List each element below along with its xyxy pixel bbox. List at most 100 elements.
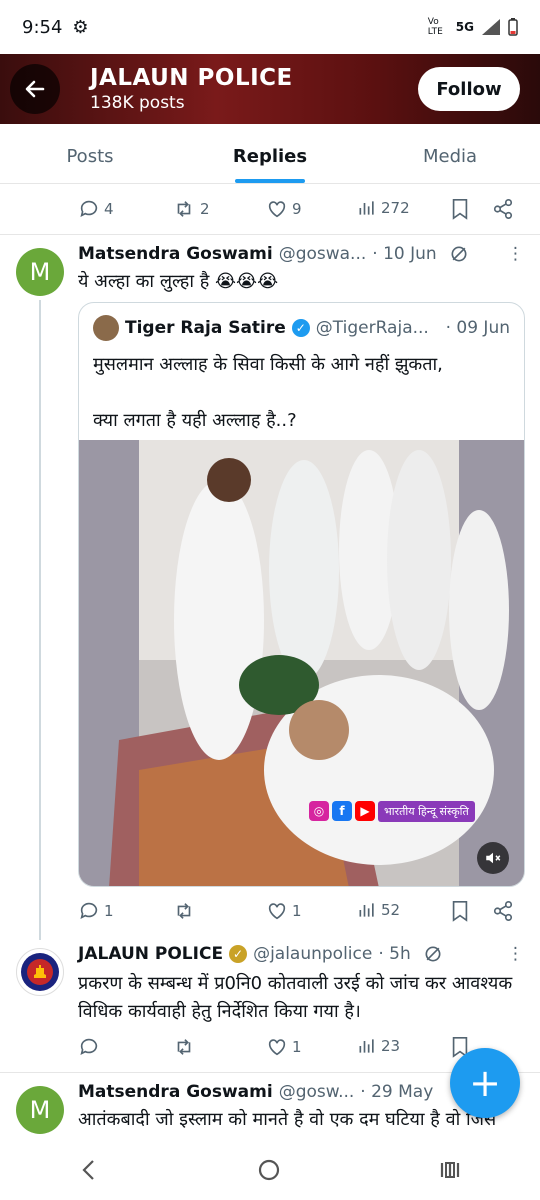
quote-avatar <box>93 315 119 341</box>
quote-video[interactable]: ◎ f ▶ भारतीय हिन्दू संस्कृति <box>79 440 524 886</box>
repost-icon <box>177 201 191 217</box>
heart-icon <box>268 1039 286 1056</box>
more-icon[interactable]: ⋮ <box>507 944 524 964</box>
reply-button[interactable]: 4 <box>78 198 114 220</box>
channel-watermark: ◎ f ▶ भारतीय हिन्दू संस्कृति <box>309 800 475 822</box>
more-icon[interactable]: ⋮ <box>507 244 524 264</box>
battery-icon <box>508 18 518 36</box>
nav-back-icon[interactable] <box>79 1159 99 1181</box>
user-name[interactable]: Matsendra Goswami <box>78 244 273 264</box>
instagram-icon: ◎ <box>309 801 329 821</box>
quote-user-name: Tiger Raja Satire <box>125 318 286 338</box>
tweet-text: आतंकबादी जो इस्लाम को मानते है वो एक दम … <box>78 1109 497 1130</box>
tweet-actions-top: 4 2 9 272 <box>0 190 540 230</box>
grok-icon[interactable] <box>449 244 469 264</box>
heart-icon <box>268 903 286 920</box>
reply-count: 1 <box>104 902 114 920</box>
profile-name: JALAUN POLICE <box>90 65 293 91</box>
views-icon <box>359 1039 374 1053</box>
thread-line <box>39 300 41 940</box>
system-nav-bar <box>0 1140 540 1200</box>
reply-icon <box>80 1038 98 1055</box>
tab-media[interactable]: Media <box>360 124 540 183</box>
user-handle: @gosw... <box>278 1082 355 1102</box>
share-button[interactable] <box>492 198 514 220</box>
status-icons: Vo LTE 5G <box>428 17 518 37</box>
tab-posts[interactable]: Posts <box>0 124 180 183</box>
profile-tabs: Posts Replies Media <box>0 124 540 184</box>
nav-recents-icon[interactable] <box>439 1159 461 1181</box>
divider <box>0 234 540 235</box>
volte-label: Vo LTE <box>427 17 443 37</box>
status-bar: 9:54 ⚙ Vo LTE 5G <box>0 0 540 54</box>
tweet-date: · 5h <box>378 944 411 964</box>
grok-icon[interactable] <box>423 944 443 964</box>
heart-icon <box>268 201 286 218</box>
views-icon <box>359 903 374 917</box>
views-button[interactable]: 272 <box>357 198 410 218</box>
views-count: 23 <box>381 1037 401 1055</box>
watermark-text: भारतीय हिन्दू संस्कृति <box>378 800 475 822</box>
like-button[interactable]: 1 <box>266 1036 302 1058</box>
speaker-mute-icon <box>486 852 501 864</box>
quote-text: मुसलमान अल्लाह के सिवा किसी के आगे नहीं … <box>93 354 443 431</box>
reply-count: 4 <box>104 200 114 218</box>
reply-button[interactable] <box>78 1036 100 1058</box>
post-count: 138K posts <box>90 93 185 113</box>
follow-button[interactable]: Follow <box>418 67 520 111</box>
status-time: 9:54 <box>22 16 63 38</box>
user-handle: @jalaunpolice <box>253 944 373 964</box>
views-button[interactable]: 52 <box>357 900 400 920</box>
repost-count: 2 <box>200 200 210 218</box>
reply-icon <box>80 200 98 217</box>
compose-button[interactable]: + <box>450 1048 520 1118</box>
quote-user-handle: @TigerRaja... <box>315 318 429 338</box>
repost-icon <box>177 1039 191 1055</box>
user-name[interactable]: Matsendra Goswami <box>78 1082 273 1102</box>
mute-button[interactable] <box>477 842 509 874</box>
facebook-icon: f <box>332 801 352 821</box>
like-button[interactable]: 1 <box>266 900 302 922</box>
quote-tweet[interactable]: Tiger Raja Satire ✓ @TigerRaja... · 09 J… <box>78 302 525 887</box>
back-button[interactable] <box>10 64 60 114</box>
tweet-text: ये अल्हा का लुल्हा है 😭😭😭 <box>78 271 279 292</box>
police-emblem-icon <box>21 953 59 991</box>
user-name[interactable]: JALAUN POLICE <box>78 944 223 964</box>
bookmark-button[interactable] <box>450 900 470 922</box>
avatar[interactable]: M <box>16 248 64 296</box>
reply-icon <box>80 902 98 919</box>
like-count: 9 <box>292 200 302 218</box>
tab-replies[interactable]: Replies <box>180 124 360 183</box>
verified-icon: ✓ <box>291 319 310 337</box>
views-button[interactable]: 23 <box>357 1036 400 1056</box>
repost-icon <box>177 903 191 919</box>
arrow-left-icon <box>25 80 45 98</box>
repost-button[interactable]: 2 <box>172 198 210 220</box>
user-handle: @goswa... <box>278 244 367 264</box>
gear-icon: ⚙ <box>72 16 89 38</box>
nav-home-icon[interactable] <box>257 1158 281 1182</box>
signal-icon <box>482 19 500 35</box>
verified-icon: ✓ <box>229 945 248 963</box>
views-count: 272 <box>381 199 410 217</box>
views-icon <box>359 201 374 215</box>
like-button[interactable]: 9 <box>266 198 302 220</box>
like-count: 1 <box>292 902 302 920</box>
avatar[interactable]: M <box>16 1086 64 1134</box>
profile-title: JALAUN POLICE 138K posts <box>90 65 293 113</box>
tweet-text: प्रकरण के सम्बन्ध में प्र0नि0 कोतवाली उर… <box>78 973 513 1022</box>
repost-button[interactable] <box>172 1036 196 1058</box>
bookmark-icon <box>452 199 468 220</box>
share-button[interactable] <box>492 900 514 922</box>
repost-button[interactable] <box>172 900 196 922</box>
quote-date: · 09 Jun <box>445 318 510 338</box>
reply-button[interactable]: 1 <box>78 900 114 922</box>
avatar[interactable] <box>16 948 64 996</box>
profile-header: JALAUN POLICE 138K posts Follow <box>0 54 540 124</box>
bookmark-button[interactable] <box>450 198 470 220</box>
like-count: 1 <box>292 1038 302 1056</box>
youtube-icon: ▶ <box>355 801 375 821</box>
quote-header: Tiger Raja Satire ✓ @TigerRaja... · 09 J… <box>93 315 510 341</box>
network-label: 5G <box>455 20 474 34</box>
tweet-actions: 1 1 52 <box>0 892 540 932</box>
